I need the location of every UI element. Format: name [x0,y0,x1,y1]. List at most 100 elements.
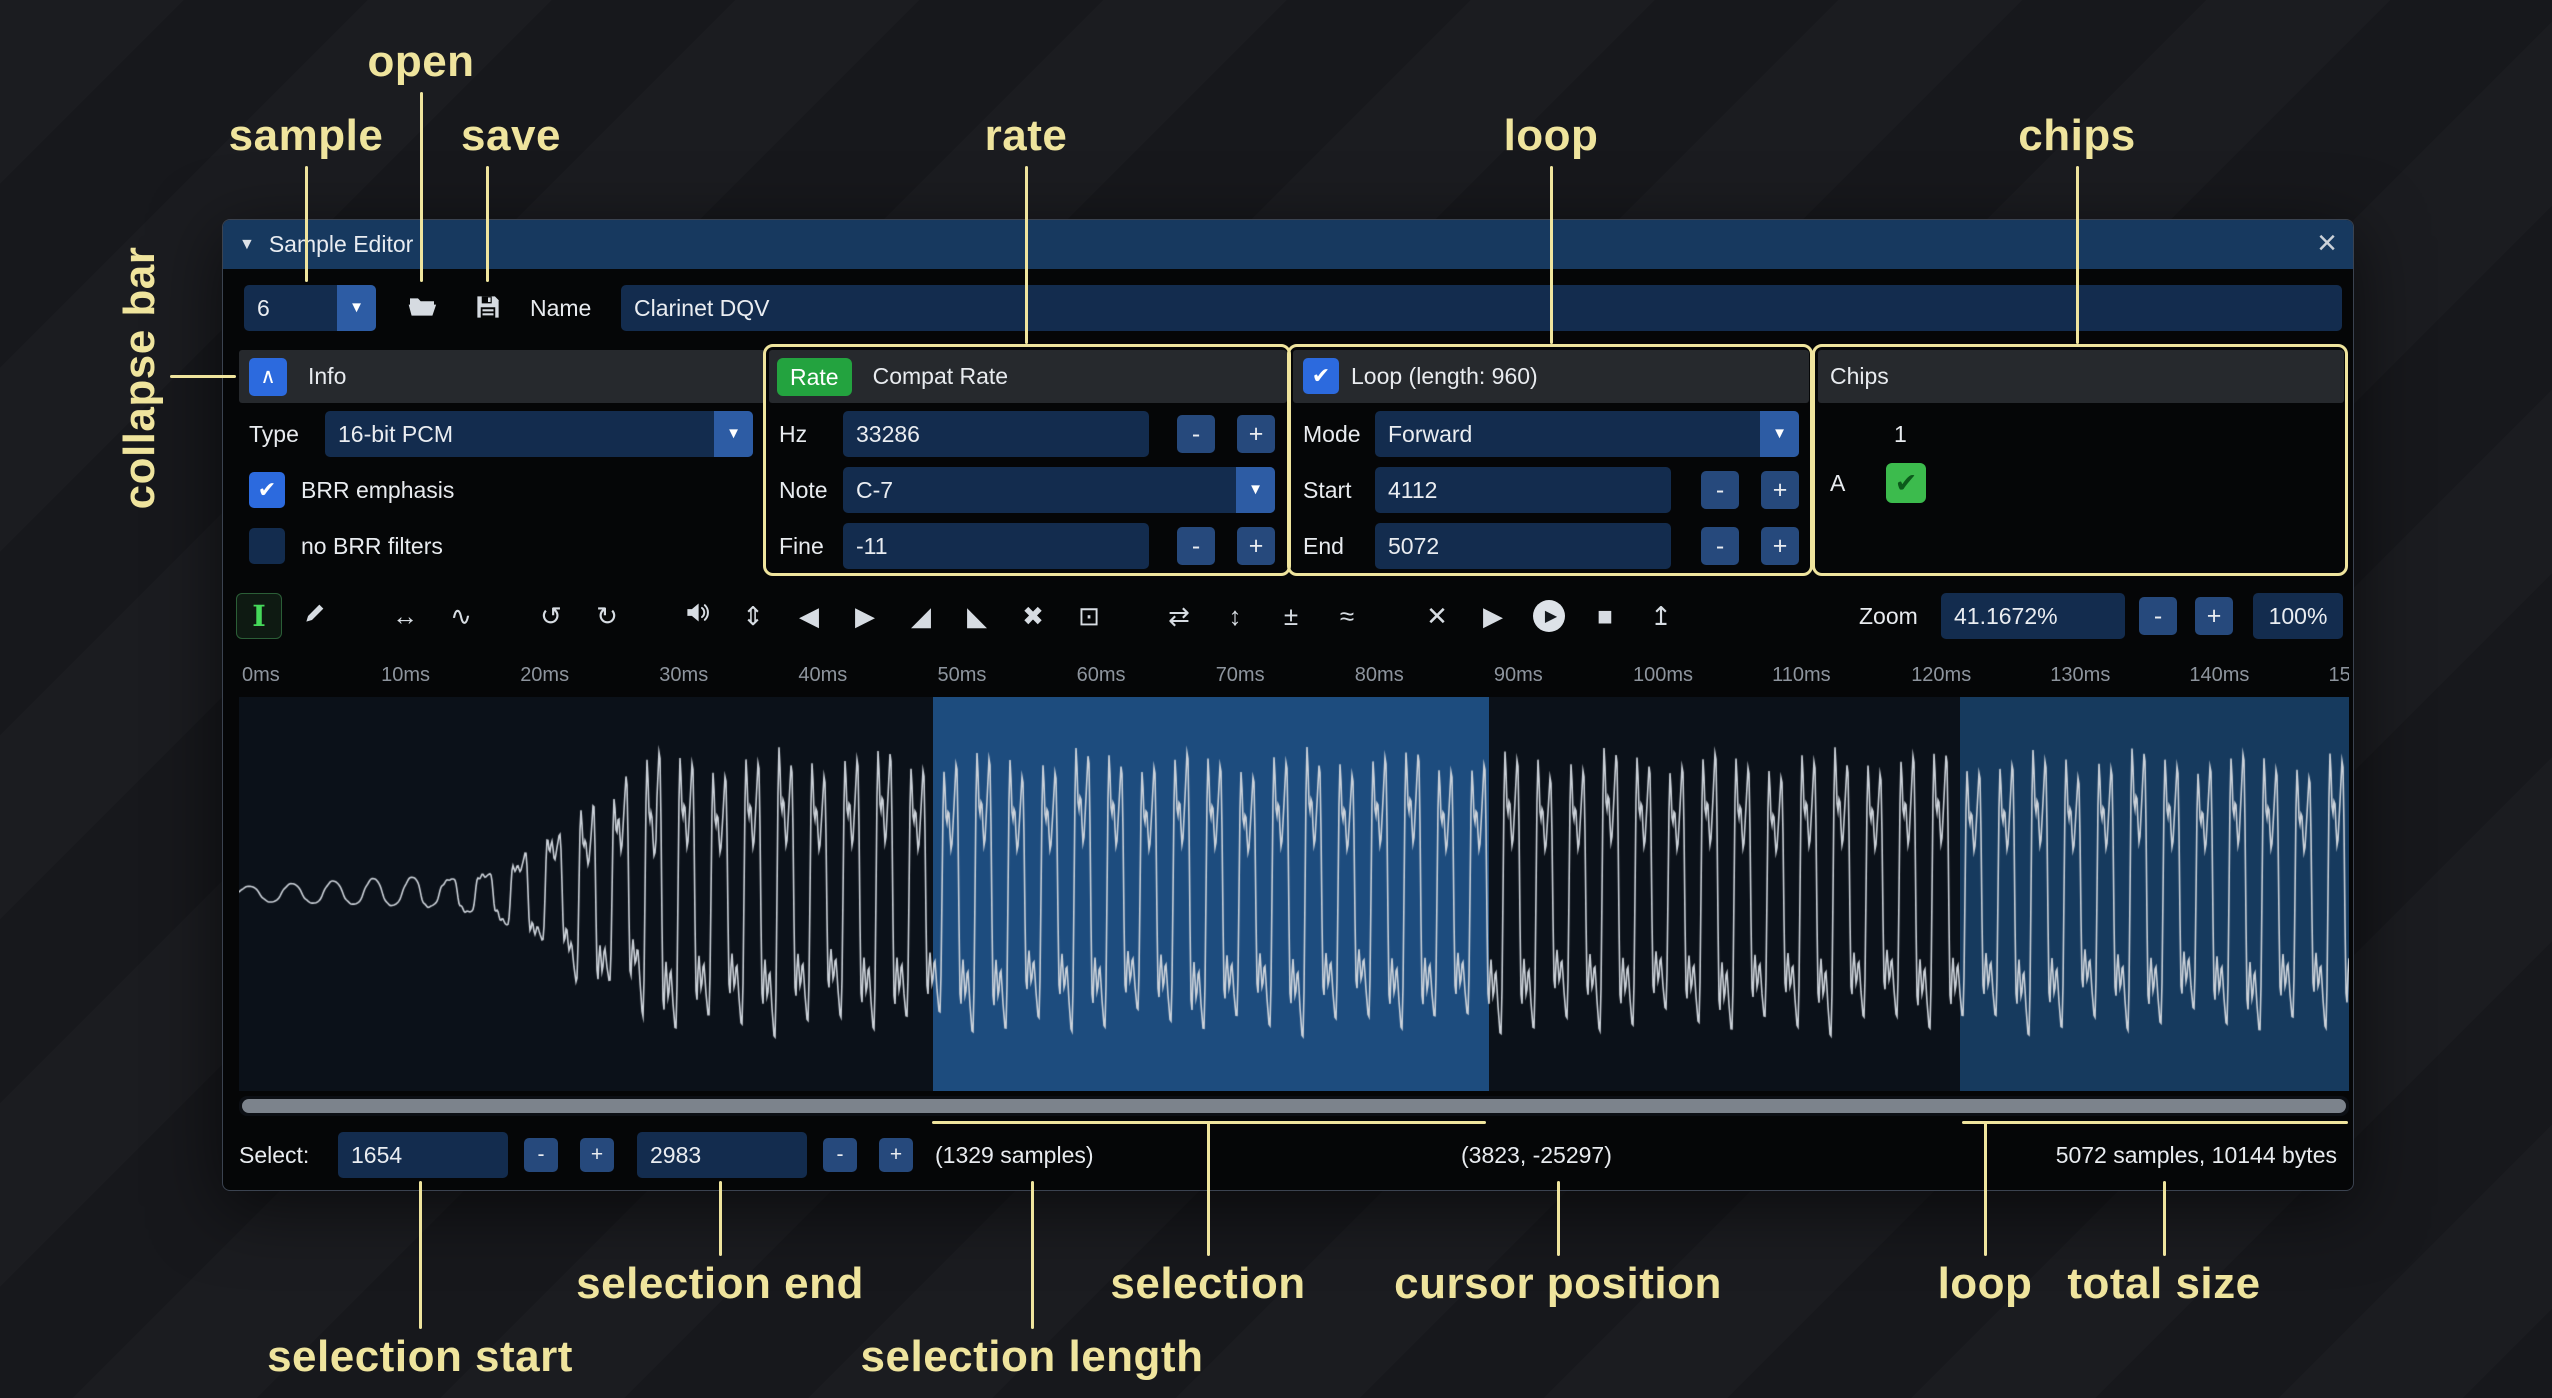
no-brr-filters-label: no BRR filters [301,523,443,569]
zoom-in-button[interactable]: + [2195,597,2233,635]
preview-button[interactable]: ▶ [1470,593,1516,639]
no-brr-filters-checkbox[interactable]: ✔ [249,528,285,564]
preview-selection-button[interactable]: ▶ [1526,593,1572,639]
annotation-line-selection-end [719,1181,722,1256]
chevron-up-icon: ∧ [260,364,275,389]
triangle-right-icon: ▶ [855,601,875,632]
info-header: Info [308,363,346,390]
chevron-down-icon[interactable]: ▼ [337,285,376,331]
chevron-down-icon[interactable]: ▼ [714,411,753,457]
speaker-icon [684,599,711,633]
normalize-button[interactable]: ⇕ [730,593,776,639]
waveform-display[interactable] [239,697,2349,1091]
timeline-ruler[interactable]: 0ms10ms20ms30ms40ms50ms60ms70ms80ms90ms1… [239,654,2349,694]
fade-in-button[interactable]: ◀ [786,593,832,639]
arrows-horizontal-icon: ↔ [392,601,418,632]
sample-name-value: Clarinet DQV [634,295,769,321]
undo-button[interactable]: ↺ [528,593,574,639]
close-icon[interactable]: × [2317,220,2337,267]
selection-end-decrease-button[interactable]: - [823,1138,857,1172]
cross-icon: ✕ [1426,601,1448,632]
redo-button[interactable]: ↻ [584,593,630,639]
annotation-label-selection-length: selection length [861,1332,1204,1382]
redo-arrow-icon: ↻ [596,601,618,632]
selection-end-increase-button[interactable]: + [879,1138,913,1172]
zoom-out-button[interactable]: - [2139,597,2177,635]
sample-selector[interactable]: 6 ▼ [244,285,376,331]
approx-wave-icon: ≈ [1340,601,1354,632]
type-label: Type [249,411,299,457]
timeline-label: 30ms [659,664,708,687]
selection-start-decrease-button[interactable]: - [524,1138,558,1172]
waveform-scrollbar[interactable] [239,1096,2349,1116]
annotation-line-collapse-bar [170,375,236,378]
annotation-label-chips: chips [2018,111,2135,161]
name-label: Name [530,285,591,331]
timeline-label: 40ms [798,664,847,687]
timeline-label: 140ms [2189,664,2249,687]
scrollbar-thumb[interactable] [242,1099,2346,1113]
signedness-button[interactable]: ± [1268,593,1314,639]
info-section: ∧ Info Type 16-bit PCM ▼ ✔ BRR emphasis [239,350,765,572]
fade-out-button[interactable]: ▶ [842,593,888,639]
resample-button[interactable]: ∿ [438,593,484,639]
timeline-label: 50ms [938,664,987,687]
annotation-label-sample: sample [229,111,384,161]
circled-play-icon: ▶ [1533,600,1565,632]
export-button[interactable]: ↥ [1638,593,1684,639]
selection-length-text: (1329 samples) [935,1132,1094,1178]
arrows-vertical-icon: ⇕ [742,601,764,632]
annotation-label-rate: rate [985,111,1068,161]
trim-button[interactable]: ⊡ [1066,593,1112,639]
annotation-label-selection-start: selection start [267,1332,573,1382]
draw-button[interactable] [292,593,338,639]
type-dropdown[interactable]: 16-bit PCM ▼ [325,411,753,457]
timeline-label: 70ms [1216,664,1265,687]
annotation-label-loop-bottom: loop [1938,1259,2033,1309]
annotation-box-loop [1287,344,1813,576]
reverse-button[interactable]: ⇄ [1156,593,1202,639]
info-collapse-button[interactable]: ∧ [249,358,287,396]
zoom-reset-button[interactable]: 100% [2253,593,2343,639]
timeline-label: 80ms [1355,664,1404,687]
titlebar[interactable]: ▼ Sample Editor × [223,220,2353,269]
save-button[interactable] [465,285,511,331]
sample-selector-value: 6 [244,285,270,331]
apply-silence-button[interactable]: ◣ [954,593,1000,639]
total-size-text: 5072 samples, 10144 bytes [2056,1132,2337,1178]
zoom-input[interactable]: 41.1672% [1941,593,2125,639]
crossfade-button[interactable]: ✕ [1414,593,1460,639]
annotation-label-loop: loop [1504,111,1599,161]
amplify-button[interactable] [674,593,720,639]
selection-end-input[interactable]: 2983 [637,1132,807,1178]
annotation-line-loop [1550,166,1553,344]
annotation-label-selection: selection [1110,1259,1305,1309]
stop-preview-button[interactable]: ■ [1582,593,1628,639]
plus-minus-icon: ± [1284,601,1298,632]
page-background: ▼ Sample Editor × 6 ▼ Name Clarinet DQV [0,0,2552,1398]
selection-end-value: 2983 [650,1142,701,1168]
filter-button[interactable]: ≈ [1324,593,1370,639]
select-label: Select: [239,1132,309,1178]
brr-emphasis-checkbox[interactable]: ✔ [249,472,285,508]
timeline-label: 120ms [1911,664,1971,687]
sample-name-input[interactable]: Clarinet DQV [621,285,2342,331]
waveform-canvas [239,697,2349,1091]
delete-button[interactable]: ✖ [1010,593,1056,639]
insert-silence-button[interactable]: ◢ [898,593,944,639]
resize-button[interactable]: ↔ [382,593,428,639]
triangle-left-icon: ◀ [799,601,819,632]
x-icon: ✖ [1022,601,1044,632]
annotation-line-cursor-position [1557,1181,1560,1256]
open-button[interactable] [399,285,445,331]
window-collapse-icon[interactable]: ▼ [239,236,255,254]
edit-mode-button[interactable]: I [236,593,282,639]
selection-start-input[interactable]: 1654 [338,1132,508,1178]
selection-start-increase-button[interactable]: + [580,1138,614,1172]
annotation-label-open: open [367,37,474,87]
ramp-down-icon: ◣ [967,601,987,632]
selection-start-value: 1654 [351,1142,402,1168]
brr-emphasis-label: BRR emphasis [301,467,454,513]
type-value: 16-bit PCM [325,411,453,457]
invert-button[interactable]: ↕ [1212,593,1258,639]
